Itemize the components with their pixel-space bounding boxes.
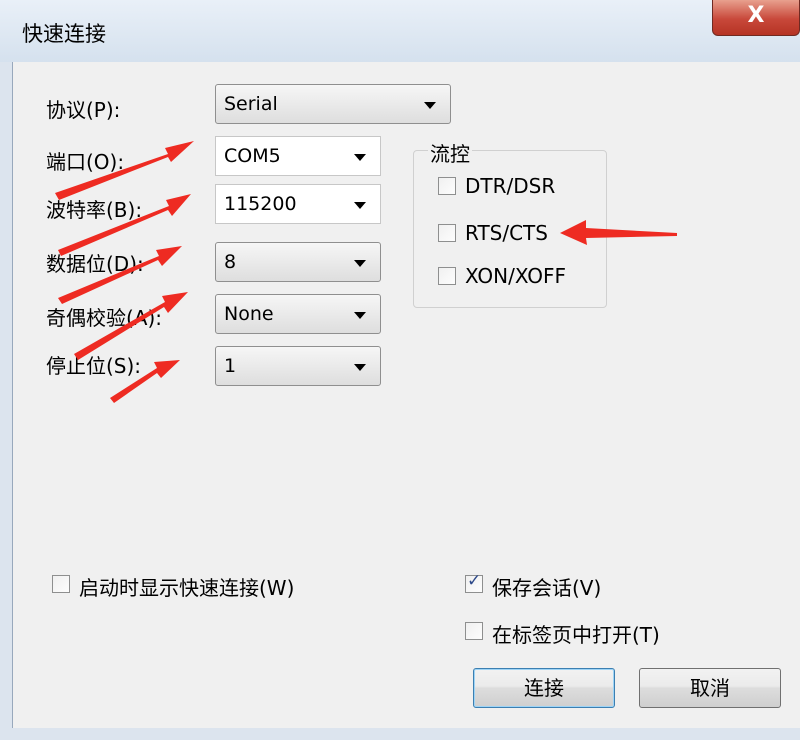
port-value: COM5	[224, 145, 281, 167]
chevron-down-icon	[354, 202, 366, 209]
rts-cts-checkbox[interactable]	[438, 224, 456, 242]
chevron-down-icon	[424, 102, 436, 109]
window-title: 快速连接	[22, 22, 106, 46]
chevron-down-icon	[354, 154, 366, 161]
stop-bits-label: 停止位(S):	[46, 354, 142, 378]
data-bits-label: 数据位(D):	[46, 252, 144, 276]
protocol-value: Serial	[224, 93, 278, 115]
save-session-label: 保存会话(V)	[492, 576, 602, 600]
dialog-body: 协议(P): 端口(O): 波特率(B): 数据位(D): 奇偶校验(A): 停…	[12, 62, 800, 728]
cancel-button[interactable]: 取消	[639, 668, 781, 708]
close-button[interactable]: X	[712, 0, 800, 36]
chevron-down-icon	[354, 364, 366, 371]
port-label: 端口(O):	[46, 150, 125, 174]
stop-bits-value: 1	[224, 355, 237, 377]
baud-label: 波特率(B):	[46, 198, 143, 222]
dtr-dsr-checkbox[interactable]	[438, 177, 456, 195]
show-on-start-checkbox[interactable]	[52, 575, 70, 593]
xon-xoff-label: XON/XOFF	[465, 264, 567, 288]
protocol-select[interactable]: Serial	[215, 84, 451, 124]
dtr-dsr-label: DTR/DSR	[465, 174, 556, 198]
checkmark-icon: ✓	[467, 571, 482, 591]
flow-control-title: 流控	[428, 138, 472, 167]
close-icon: X	[747, 3, 765, 28]
chevron-down-icon	[354, 260, 366, 267]
data-bits-value: 8	[224, 251, 237, 273]
connect-button[interactable]: 连接	[473, 668, 615, 708]
title-bar: 快速连接 X	[0, 0, 800, 62]
save-session-checkbox[interactable]: ✓	[465, 571, 483, 593]
protocol-label: 协议(P):	[46, 98, 121, 122]
show-on-start-label: 启动时显示快速连接(W)	[79, 576, 295, 600]
stop-bits-select[interactable]: 1	[215, 346, 381, 386]
open-in-tab-label: 在标签页中打开(T)	[492, 623, 660, 647]
data-bits-select[interactable]: 8	[215, 242, 381, 282]
open-in-tab-checkbox[interactable]	[465, 622, 483, 640]
parity-select[interactable]: None	[215, 294, 381, 334]
parity-label: 奇偶校验(A):	[46, 306, 163, 330]
xon-xoff-checkbox[interactable]	[438, 267, 456, 285]
parity-value: None	[224, 303, 274, 325]
port-select[interactable]: COM5	[215, 136, 381, 176]
baud-select[interactable]: 115200	[215, 184, 381, 224]
baud-value: 115200	[224, 193, 297, 215]
rts-cts-label: RTS/CTS	[465, 221, 548, 245]
chevron-down-icon	[354, 312, 366, 319]
